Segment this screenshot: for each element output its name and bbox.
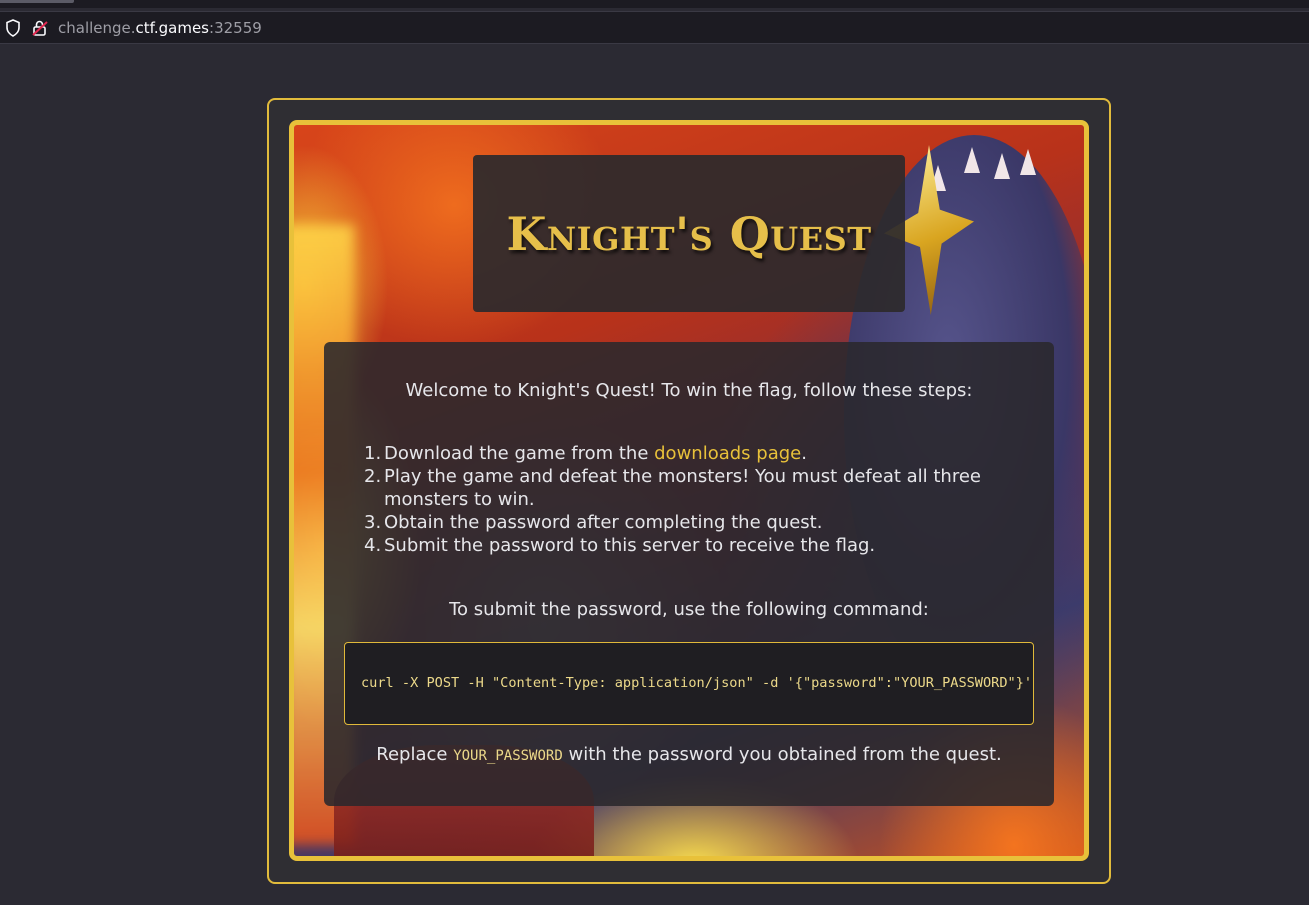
step-text: Submit the password to this server to re…	[384, 535, 876, 556]
step-text: Obtain the password after completing the…	[384, 512, 823, 533]
steps-list: 1. Download the game from the downloads …	[364, 442, 1024, 557]
instructions-panel: Welcome to Knight's Quest! To win the fl…	[324, 342, 1054, 806]
list-item: 1. Download the game from the downloads …	[364, 442, 1024, 465]
replace-text-after: with the password you obtained from the …	[562, 744, 1002, 765]
list-item: 3. Obtain the password after completing …	[364, 511, 1024, 534]
url-text[interactable]: challenge.ctf.games:32559	[58, 19, 262, 37]
url-host: ctf.games	[135, 19, 210, 37]
tracking-protection-shield-icon[interactable]	[5, 19, 21, 37]
step-text: Play the game and defeat the monsters! Y…	[384, 466, 981, 510]
step-text-end: .	[801, 443, 807, 464]
step-text: Download the game from the	[384, 443, 655, 464]
curl-command: curl -X POST -H "Content-Type: applicati…	[361, 675, 1034, 691]
address-bar[interactable]: challenge.ctf.games:32559	[0, 11, 1309, 44]
command-code-block[interactable]: curl -X POST -H "Content-Type: applicati…	[344, 642, 1034, 725]
url-port: :32559	[209, 19, 262, 37]
browser-top-strip	[0, 0, 1309, 8]
page-title: Knight's Quest	[506, 207, 872, 261]
step-number: 3.	[364, 512, 382, 533]
list-item: 2. Play the game and defeat the monsters…	[364, 465, 1024, 511]
password-placeholder-code: YOUR_PASSWORD	[453, 748, 563, 764]
submit-instructions: To submit the password, use the followin…	[449, 599, 929, 620]
title-banner: Knight's Quest	[473, 155, 905, 312]
replace-text-before: Replace	[376, 744, 454, 765]
step-number: 1.	[364, 443, 382, 464]
list-item: 4. Submit the password to this server to…	[364, 534, 1024, 557]
replace-note: Replace YOUR_PASSWORD with the password …	[324, 744, 1054, 765]
insecure-lock-icon[interactable]	[31, 19, 49, 37]
tab-indicator[interactable]	[0, 0, 74, 3]
downloads-page-link[interactable]: downloads page	[654, 443, 801, 464]
step-number: 4.	[364, 535, 382, 556]
welcome-text: Welcome to Knight's Quest! To win the fl…	[405, 380, 973, 401]
step-number: 2.	[364, 466, 382, 487]
url-prefix: challenge.	[58, 19, 136, 37]
